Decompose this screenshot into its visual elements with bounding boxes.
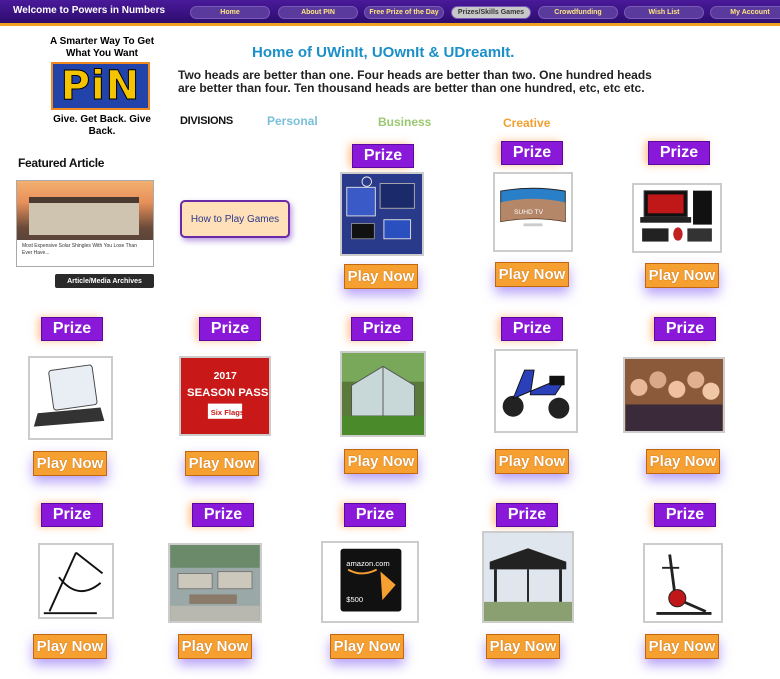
- tv-icon: SUHD TV: [500, 187, 566, 227]
- featured-article-label: Featured Article: [18, 156, 105, 170]
- prize-badge: Prize: [351, 317, 413, 341]
- greenhouse-icon: [342, 353, 424, 435]
- prize-image-season-pass[interactable]: 2017 SEASON PASS Six Flags: [179, 356, 271, 436]
- logo-tagline-bottom: Give. Get Back. Give Back.: [53, 114, 151, 137]
- gift-card-brand: amazon.com: [346, 559, 389, 568]
- prize-image-scooter[interactable]: [494, 349, 578, 433]
- play-now-button[interactable]: Play Now: [495, 449, 569, 474]
- prize-badge: Prize: [654, 503, 716, 527]
- prize-badge: Prize: [501, 317, 563, 341]
- division-business[interactable]: Business: [378, 115, 431, 129]
- division-personal[interactable]: Personal: [267, 114, 318, 128]
- prize-image-hammock-chair[interactable]: [38, 543, 114, 619]
- tv-screen-text: SUHD TV: [514, 209, 544, 216]
- play-now-button[interactable]: Play Now: [645, 634, 719, 659]
- season-pass-year: 2017: [214, 371, 237, 382]
- season-pass-title: SEASON PASS: [187, 387, 269, 399]
- season-pass-icon: 2017 SEASON PASS Six Flags: [187, 371, 269, 419]
- prize-badge: Prize: [192, 503, 254, 527]
- featured-article-caption[interactable]: Most Expensive Solar Shingles With You L…: [17, 240, 153, 266]
- play-now-button[interactable]: Play Now: [33, 634, 107, 659]
- site-title: Welcome to Powers in Numbers: [13, 5, 166, 16]
- gazebo-icon: [484, 548, 572, 621]
- division-creative[interactable]: Creative: [503, 116, 550, 130]
- play-now-button[interactable]: Play Now: [344, 264, 418, 289]
- patio-furniture-icon: [170, 545, 260, 621]
- solar-kit-icon: [346, 176, 415, 240]
- article-archives-button[interactable]: Article/Media Archives: [55, 274, 154, 288]
- intro-text: Two heads are better than one. Four head…: [178, 68, 652, 95]
- prize-image-group-photo[interactable]: [623, 357, 725, 433]
- prize-badge: Prize: [199, 317, 261, 341]
- logo-tagline-top: A Smarter Way To Get What You Want: [49, 36, 155, 59]
- nav-wish-list[interactable]: Wish List: [624, 6, 704, 19]
- play-now-button[interactable]: Play Now: [330, 634, 404, 659]
- play-now-button[interactable]: Play Now: [185, 451, 259, 476]
- prize-image-tv[interactable]: SUHD TV: [493, 172, 573, 252]
- prize-image-gift-card[interactable]: amazon.com $500: [321, 541, 419, 623]
- prize-image-greenhouse[interactable]: [340, 351, 426, 437]
- pin-logo[interactable]: A Smarter Way To Get What You Want PiN G…: [48, 36, 156, 140]
- prize-image-gazebo[interactable]: [482, 531, 574, 623]
- prize-badge: Prize: [344, 503, 406, 527]
- tablet-icon: [33, 364, 105, 427]
- divisions-label: DIVISIONS: [180, 115, 233, 127]
- nav-prizes-games[interactable]: Prizes/Skills Games: [451, 6, 531, 19]
- scooter-icon: [502, 369, 570, 419]
- play-now-button[interactable]: Play Now: [486, 634, 560, 659]
- hammock-chair-icon: [43, 551, 104, 615]
- logo-image: PiN: [51, 62, 150, 110]
- prize-image-elliptical[interactable]: [643, 543, 723, 623]
- group-photo-icon: [625, 371, 723, 431]
- play-now-button[interactable]: Play Now: [645, 263, 719, 288]
- play-now-button[interactable]: Play Now: [33, 451, 107, 476]
- gift-card-amount: $500: [346, 595, 363, 604]
- play-now-button[interactable]: Play Now: [344, 449, 418, 474]
- play-now-button[interactable]: Play Now: [646, 449, 720, 474]
- prize-badge: Prize: [501, 141, 563, 165]
- prize-badge: Prize: [654, 317, 716, 341]
- nav-my-account[interactable]: My Account: [710, 6, 780, 19]
- play-now-button[interactable]: Play Now: [495, 262, 569, 287]
- gift-card-icon: amazon.com $500: [340, 548, 402, 612]
- prize-image-patio-furniture[interactable]: [168, 543, 262, 623]
- play-now-button[interactable]: Play Now: [178, 634, 252, 659]
- nav-about[interactable]: About PIN: [278, 6, 358, 19]
- featured-article-image[interactable]: Most Expensive Solar Shingles With You L…: [16, 180, 154, 267]
- logo-letters: PiN: [60, 63, 141, 110]
- prize-badge: Prize: [352, 144, 414, 168]
- prize-badge: Prize: [41, 317, 103, 341]
- nav-home[interactable]: Home: [190, 6, 270, 19]
- season-pass-brand: Six Flags: [211, 408, 244, 417]
- nav-free-prize[interactable]: Free Prize of the Day: [364, 6, 444, 19]
- prize-badge: Prize: [496, 503, 558, 527]
- house-image: [29, 197, 139, 235]
- gaming-laptop-icon: [640, 190, 712, 242]
- prize-image-tablet[interactable]: [28, 356, 113, 440]
- prize-image-solar-kit[interactable]: [340, 172, 424, 256]
- how-to-play-button[interactable]: How to Play Games: [180, 200, 290, 238]
- elliptical-icon: [656, 554, 712, 615]
- prize-badge: Prize: [648, 141, 710, 165]
- top-nav-bar: Welcome to Powers in Numbers Home About …: [0, 0, 780, 26]
- page-headline: Home of UWinIt, UOwnIt & UDreamIt.: [252, 44, 515, 61]
- nav-crowdfunding[interactable]: Crowdfunding: [538, 6, 618, 19]
- prize-image-gaming-laptop[interactable]: [632, 183, 722, 253]
- prize-badge: Prize: [41, 503, 103, 527]
